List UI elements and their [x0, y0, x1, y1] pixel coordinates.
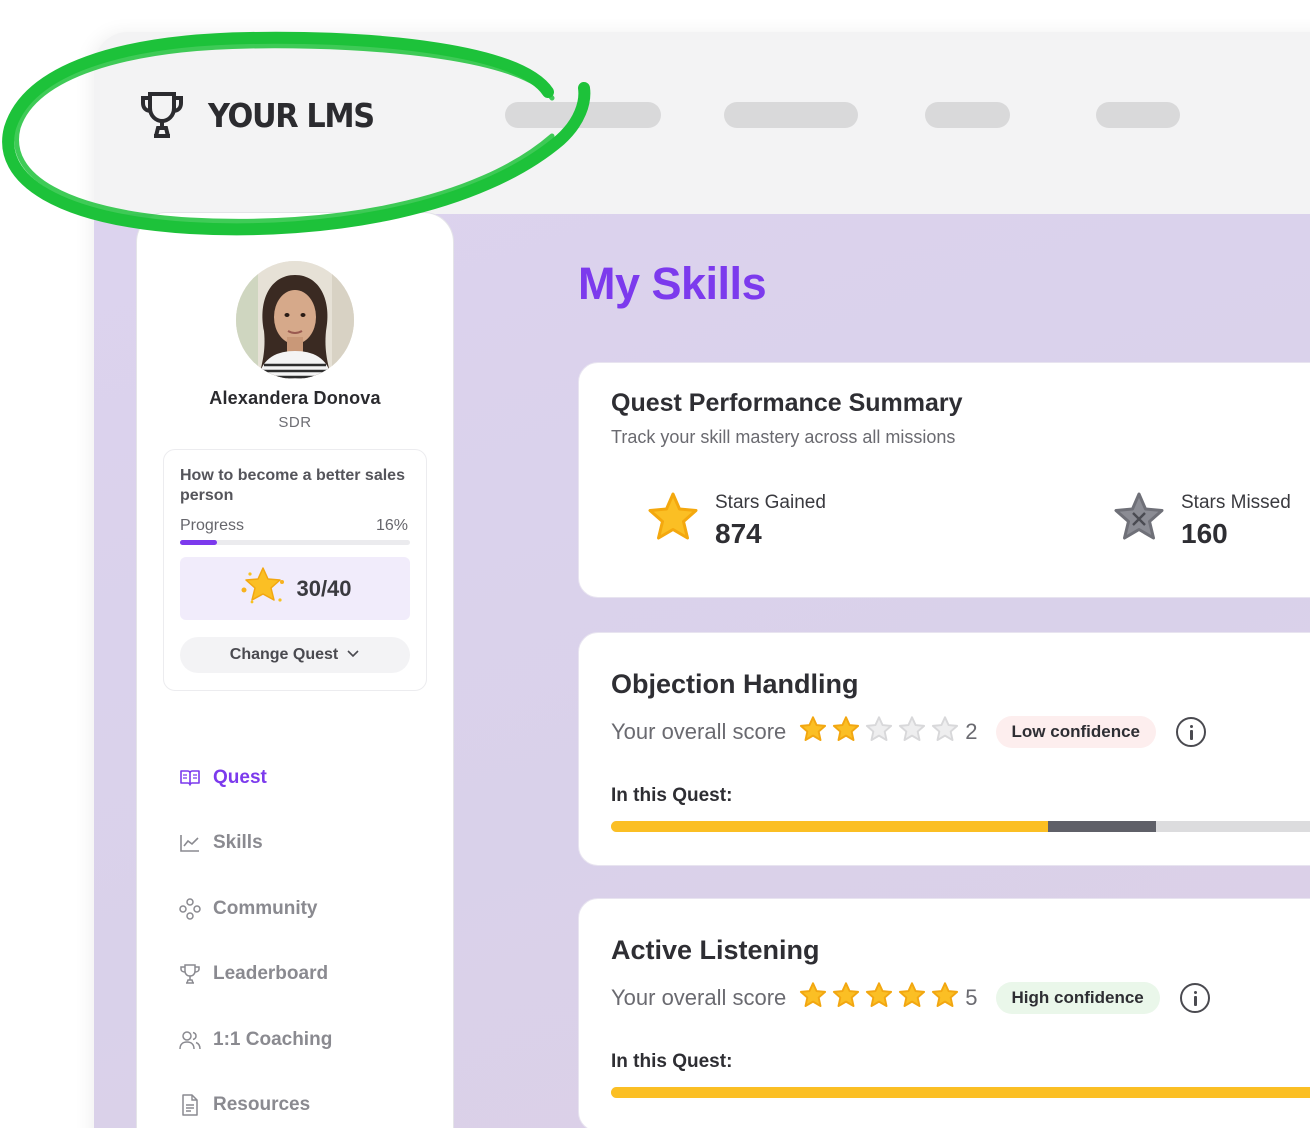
star-filled-icon — [897, 981, 927, 1014]
confidence-badge: High confidence — [995, 981, 1160, 1014]
score-label: Your overall score — [611, 718, 787, 744]
users-icon — [179, 1029, 201, 1051]
sidebar-item-leaderboard[interactable]: Leaderboard — [179, 963, 328, 985]
nav-placeholder-4[interactable] — [1096, 102, 1180, 128]
bar-missed-segment — [1047, 821, 1157, 832]
star-empty-icon — [930, 715, 960, 748]
star-filled-icon — [930, 981, 960, 1014]
rating-stars — [798, 981, 960, 1014]
sidebar-item-resources[interactable]: Resources — [179, 1094, 310, 1116]
summary-title: Quest Performance Summary — [611, 389, 963, 417]
change-quest-button[interactable]: Change Quest — [180, 637, 410, 673]
sidebar-item-skills[interactable]: Skills — [179, 832, 263, 854]
sidebar-item-label: Quest — [213, 767, 267, 788]
change-quest-label: Change Quest — [229, 646, 339, 663]
quest-skill-bar — [611, 821, 1310, 832]
stars-missed-value: 160 — [1181, 517, 1228, 549]
document-icon — [179, 1094, 201, 1116]
sidebar-item-label: 1:1 Coaching — [213, 1029, 333, 1050]
nav-placeholder-2[interactable] — [724, 102, 858, 128]
progress-bar-fill — [180, 540, 217, 545]
trophy-icon — [179, 963, 201, 985]
star-filled-icon — [831, 715, 861, 748]
star-missed-icon — [1111, 491, 1167, 550]
quest-card: How to become a better sales person Prog… — [163, 449, 427, 691]
sidebar-item-label: Leaderboard — [213, 963, 329, 984]
sparkling-star-icon — [238, 564, 288, 613]
avatar[interactable] — [236, 261, 354, 379]
progress-value: 16% — [375, 517, 408, 534]
rating-stars — [798, 715, 960, 748]
quest-performance-summary-card: Quest Performance Summary Track your ski… — [578, 362, 1310, 598]
skill-card-objection-handling: Objection Handling Your overall score 2 … — [578, 632, 1310, 866]
page-title: My Skills — [578, 258, 767, 309]
nav-placeholder-1[interactable] — [505, 102, 661, 128]
logo[interactable]: YOUR LMS — [138, 90, 388, 140]
skill-title: Active Listening — [611, 935, 820, 965]
stars-gained-label: Stars Gained — [715, 491, 826, 513]
sidebar: Alexandera Donova SDR How to become a be… — [136, 212, 454, 1128]
quest-skill-bar — [611, 1087, 1310, 1098]
score-row: Your overall score 5 High confidence — [611, 981, 1210, 1014]
sidebar-item-label: Resources — [213, 1094, 311, 1115]
sidebar-item-community[interactable]: Community — [179, 898, 318, 920]
in-quest-label: In this Quest: — [611, 1051, 733, 1072]
star-filled-icon — [864, 981, 894, 1014]
logo-text: YOUR LMS — [208, 95, 375, 135]
top-bar: YOUR LMS — [94, 32, 1310, 214]
skill-title: Objection Handling — [611, 669, 859, 699]
quest-stars-box: 30/40 — [180, 557, 410, 620]
progress-label: Progress — [180, 517, 245, 534]
confidence-badge: Low confidence — [995, 715, 1156, 748]
book-icon — [179, 768, 201, 788]
info-icon[interactable] — [1179, 982, 1210, 1013]
community-icon — [179, 898, 201, 920]
stars-gained-stat: Stars Gained 874 — [645, 491, 826, 550]
quest-title: How to become a better sales person — [180, 467, 405, 504]
quest-stars-count: 30/40 — [296, 575, 352, 601]
user-role: SDR — [278, 414, 312, 431]
star-filled-icon — [798, 715, 828, 748]
nav-placeholder-3[interactable] — [925, 102, 1010, 128]
info-icon[interactable] — [1176, 716, 1206, 747]
bar-gained-segment — [611, 1087, 1310, 1098]
star-empty-icon — [864, 715, 894, 748]
score-row: Your overall score 2 Low confidence — [611, 715, 1206, 748]
sidebar-item-quest[interactable]: Quest — [179, 767, 267, 789]
bar-gained-segment — [611, 821, 1048, 832]
stars-gained-value: 874 — [715, 517, 762, 549]
user-name: Alexandera Donova — [209, 388, 381, 408]
sidebar-item-label: Skills — [213, 832, 263, 853]
star-empty-icon — [897, 715, 927, 748]
summary-subtitle: Track your skill mastery across all miss… — [611, 427, 956, 447]
trophy-icon — [138, 90, 186, 140]
star-filled-icon — [798, 981, 828, 1014]
skill-card-active-listening: Active Listening Your overall score 5 Hi… — [578, 898, 1310, 1128]
in-quest-label: In this Quest: — [611, 785, 733, 806]
score-value: 5 — [965, 984, 978, 1010]
star-filled-icon — [831, 981, 861, 1014]
chevron-down-icon — [346, 646, 360, 664]
score-label: Your overall score — [611, 984, 787, 1010]
stars-missed-stat: Stars Missed 160 — [1111, 491, 1291, 550]
sidebar-item-coaching[interactable]: 1:1 Coaching — [179, 1029, 332, 1051]
progress-bar — [180, 540, 410, 545]
stars-missed-label: Stars Missed — [1181, 491, 1291, 513]
chart-line-icon — [179, 833, 201, 853]
score-value: 2 — [965, 718, 978, 744]
star-icon — [645, 491, 701, 550]
sidebar-item-label: Community — [213, 898, 318, 919]
